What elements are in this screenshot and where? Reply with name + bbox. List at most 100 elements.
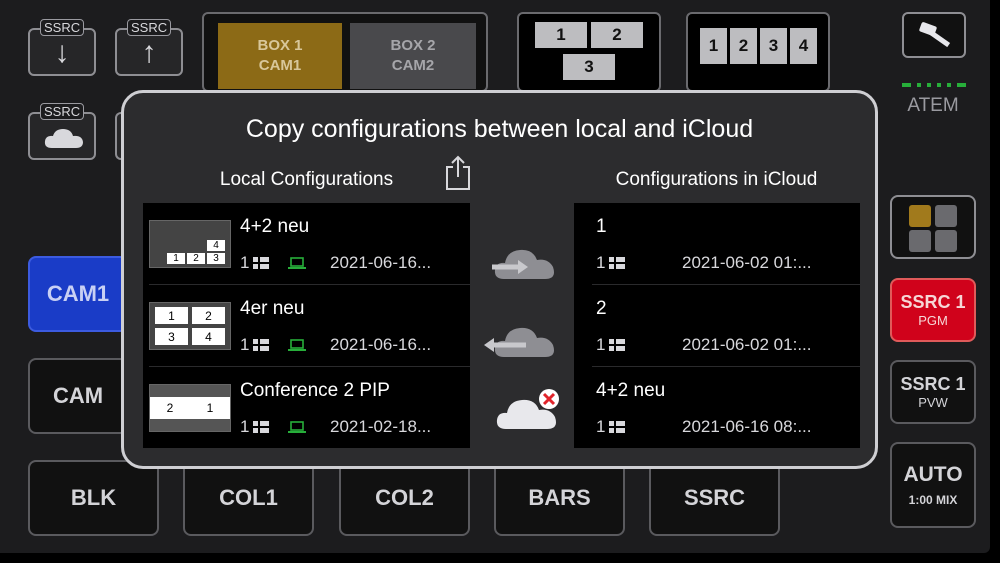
col1-button[interactable]: COL1 <box>183 460 314 536</box>
download-from-icloud-icon[interactable] <box>482 319 562 359</box>
box-group: BOX 1 CAM1 BOX 2 CAM2 <box>202 12 488 92</box>
config-date: 2021-06-16... <box>330 253 432 272</box>
icloud-configurations-list: 1 1 2021-06-02 01:... 2 1 2021-06-02 01:… <box>574 203 860 448</box>
config-count: 1 <box>596 417 606 436</box>
box1-button[interactable]: BOX 1 CAM1 <box>218 23 342 89</box>
box2-label: BOX 2 <box>390 37 436 54</box>
icloud-config-row[interactable]: 1 1 2021-06-02 01:... <box>574 203 860 285</box>
icloud-copy-dialog: Copy configurations between local and iC… <box>121 90 878 469</box>
blk-label: BLK <box>70 485 117 510</box>
config-name: 4+2 neu <box>240 216 310 237</box>
local-configurations-header: Local Configurations <box>219 169 394 190</box>
multiview-cell <box>935 230 957 252</box>
config-name: Conference 2 PIP <box>240 380 390 401</box>
config-count: 1 <box>240 253 250 272</box>
ssrc-tag: SSRC <box>40 103 85 120</box>
grid-icon <box>609 339 625 351</box>
ssrc-pgm-title: SSRC 1 <box>900 292 966 312</box>
box1-source: CAM1 <box>258 57 302 74</box>
layout-cell: 1 <box>535 22 587 48</box>
col1-label: COL1 <box>219 485 278 510</box>
bars-button[interactable]: BARS <box>494 460 625 536</box>
ssrc-pvw-button[interactable]: SSRC 1 PVW <box>890 360 976 424</box>
config-date: 2021-02-18... <box>330 417 432 436</box>
config-count: 1 <box>596 335 606 354</box>
local-configurations-list: 4 1 2 3 4+2 neu 1 2021-06-16... 1 2 3 4 … <box>143 203 470 448</box>
ssrc-source-label: SSRC <box>683 485 746 510</box>
cam2-label: CAM <box>52 383 104 408</box>
grid-icon <box>609 421 625 433</box>
layout-4-button[interactable]: 1 2 3 4 <box>686 12 830 92</box>
thumb-cell: 1 <box>154 306 189 325</box>
delete-from-icloud-icon[interactable] <box>494 387 564 431</box>
layout-cell: 2 <box>730 28 757 64</box>
grid-icon <box>253 339 269 351</box>
arrow-up-icon: ↑ <box>141 36 157 69</box>
box2-button[interactable]: BOX 2 CAM2 <box>350 23 476 89</box>
thumb-cell: 2 <box>150 397 190 419</box>
config-date: 2021-06-16 08:... <box>682 417 812 436</box>
config-date: 2021-06-16... <box>330 335 432 354</box>
thumb-cell: 4 <box>191 327 226 346</box>
config-name: 2 <box>596 298 607 319</box>
cam1-button[interactable]: CAM1 <box>28 256 128 332</box>
auto-title: AUTO <box>903 463 963 486</box>
ssrc-down-button[interactable]: SSRC ↓ <box>28 19 96 76</box>
ssrc-tag: SSRC <box>40 19 85 36</box>
col2-label: COL2 <box>375 485 434 510</box>
laptop-icon <box>288 421 306 433</box>
ssrc-tag: SSRC <box>127 19 172 36</box>
config-count: 1 <box>240 335 250 354</box>
ssrc-cloud-button[interactable]: SSRC <box>28 103 96 160</box>
config-name: 4+2 neu <box>596 380 666 401</box>
cam2-button[interactable]: CAM <box>28 358 128 434</box>
config-date: 2021-06-02 01:... <box>682 335 812 354</box>
layout-cell: 3 <box>563 54 615 80</box>
auto-sub: 1:00 MIX <box>908 493 958 507</box>
thumb-cell: 4 <box>206 239 226 252</box>
ssrc-source-button[interactable]: SSRC <box>649 460 780 536</box>
layout-thumbnail: 4 1 2 3 <box>149 220 231 268</box>
atem-label: ATEM <box>907 95 959 116</box>
config-name: 4er neu <box>240 298 305 319</box>
layout-cell: 1 <box>700 28 727 64</box>
box2-source: CAM2 <box>391 57 435 74</box>
icloud-configurations-header: Configurations in iCloud <box>615 169 818 190</box>
blk-button[interactable]: BLK <box>28 460 159 536</box>
multiview-cell <box>909 230 931 252</box>
thumb-cell: 1 <box>166 252 186 265</box>
thumb-cell: 3 <box>206 252 226 265</box>
auto-button[interactable]: AUTO 1:00 MIX <box>890 442 976 528</box>
hammer-button[interactable] <box>902 12 966 58</box>
dialog-title: Copy configurations between local and iC… <box>245 115 754 143</box>
col2-button[interactable]: COL2 <box>339 460 470 536</box>
multiview-cell-amber <box>909 205 931 227</box>
ssrc-pgm-button[interactable]: SSRC 1 PGM <box>890 278 976 342</box>
ssrc-pvw-sub: PVW <box>918 395 948 410</box>
icloud-config-row[interactable]: 4+2 neu 1 2021-06-16 08:... <box>574 367 860 449</box>
cam1-label: CAM1 <box>46 281 110 306</box>
layout-3-button[interactable]: 1 2 3 <box>517 12 661 92</box>
config-name: 1 <box>596 216 607 237</box>
icloud-config-row[interactable]: 2 1 2021-06-02 01:... <box>574 285 860 367</box>
laptop-icon <box>288 257 306 269</box>
ssrc-pvw-title: SSRC 1 <box>900 374 966 394</box>
upload-to-icloud-icon[interactable] <box>490 241 562 281</box>
thumb-cell: 2 <box>186 252 206 265</box>
local-config-row[interactable]: 2 1 Conference 2 PIP 1 2021-02-18... <box>143 367 470 449</box>
ssrc-up-button[interactable]: SSRC ↑ <box>115 19 183 76</box>
bars-label: BARS <box>528 485 591 510</box>
ssrc-pgm-sub: PGM <box>918 313 948 328</box>
layout-cell: 2 <box>591 22 643 48</box>
cloud-icon <box>44 129 83 148</box>
share-icon[interactable] <box>444 155 472 191</box>
box1-label: BOX 1 <box>257 37 303 54</box>
local-config-row[interactable]: 4 1 2 3 4+2 neu 1 2021-06-16... <box>143 203 470 285</box>
config-count: 1 <box>240 417 250 436</box>
multiview-cell <box>935 205 957 227</box>
layout-cell: 4 <box>790 28 817 64</box>
local-config-row[interactable]: 1 2 3 4 4er neu 1 2021-06-16... <box>143 285 470 367</box>
grid-icon <box>253 421 269 433</box>
multiview-button[interactable] <box>890 195 976 259</box>
config-count: 1 <box>596 253 606 272</box>
